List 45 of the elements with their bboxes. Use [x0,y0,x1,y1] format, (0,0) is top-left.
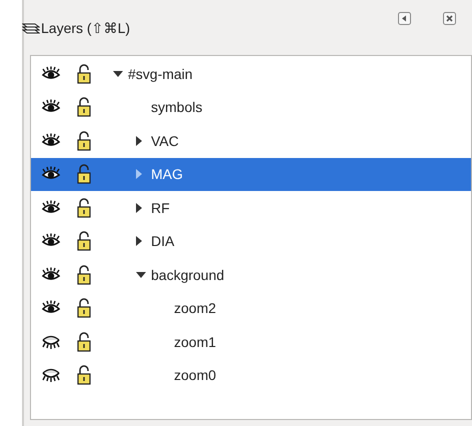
panel-title: Layers (⇧⌘L) [41,20,130,36]
layer-row[interactable]: background [31,258,471,292]
layer-name: symbols [151,99,202,116]
collapse-triangle-icon[interactable] [113,70,123,77]
layer-row[interactable]: #svg-main [31,57,471,90]
layer-name: DIA [151,233,174,250]
layer-name: RF [151,200,170,216]
layer-row[interactable]: DIA [31,224,471,258]
layer-name: zoom0 [174,367,216,384]
layer-row[interactable]: zoom2 [31,292,471,325]
collapse-triangle-icon[interactable] [136,272,146,278]
layer-name: zoom1 [174,334,216,350]
unlocked-padlock-icon[interactable] [77,198,91,218]
close-button[interactable] [443,12,456,25]
closed-eye-icon[interactable] [41,367,61,384]
layer-name: MAG [151,166,183,182]
layer-name: background [151,266,224,283]
expand-triangle-icon[interactable] [136,236,142,246]
unlocked-padlock-icon[interactable] [77,164,91,184]
layer-row[interactable]: symbols [31,90,471,124]
layer-row[interactable]: RF [31,191,471,224]
layer-name: zoom2 [174,300,216,316]
unlocked-padlock-icon[interactable] [77,231,91,252]
layers-icon [22,20,40,34]
layer-row[interactable]: zoom1 [31,325,471,358]
unlocked-padlock-icon[interactable] [77,332,91,352]
unlocked-padlock-icon[interactable] [77,130,91,151]
expand-triangle-icon[interactable] [136,136,142,146]
eye-icon[interactable] [41,132,61,149]
collapse-panel-button[interactable] [398,12,411,25]
expand-triangle-icon[interactable] [136,202,142,213]
eye-icon[interactable] [41,266,61,283]
eye-icon[interactable] [41,200,61,216]
layer-name: #svg-main [128,66,193,82]
unlocked-padlock-icon[interactable] [77,365,91,386]
closed-eye-icon[interactable] [41,334,61,350]
eye-icon[interactable] [41,66,61,82]
unlocked-padlock-icon[interactable] [77,298,91,318]
layer-name: VAC [151,132,179,149]
layer-row[interactable]: zoom0 [31,358,471,392]
unlocked-padlock-icon[interactable] [77,64,91,84]
unlocked-padlock-icon[interactable] [77,264,91,285]
layer-row[interactable]: VAC [31,124,471,158]
unlocked-padlock-icon[interactable] [77,97,91,118]
layer-row[interactable]: MAG [31,158,471,191]
